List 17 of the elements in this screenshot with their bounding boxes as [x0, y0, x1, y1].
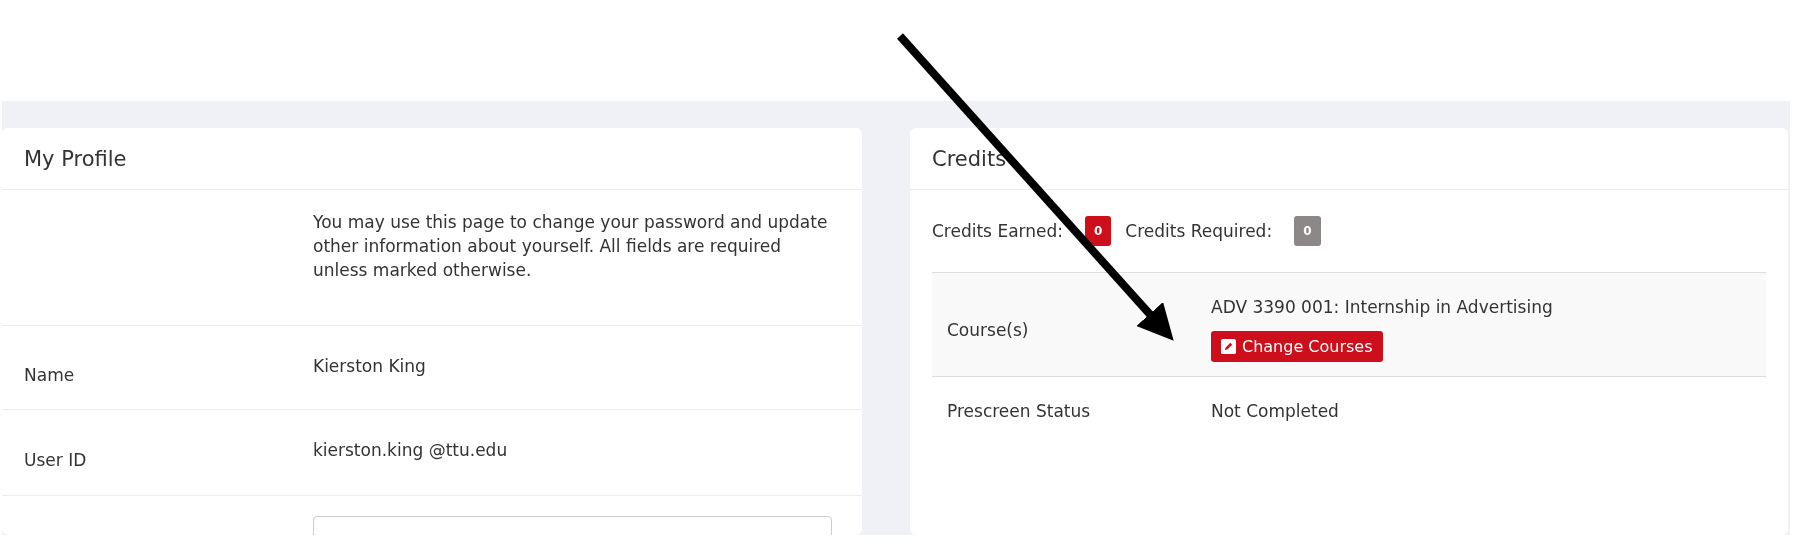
count-badge: 0 — [1294, 216, 1321, 246]
field-value: kierston.king @ttu.edu — [313, 439, 509, 462]
field-label: Name — [24, 363, 76, 385]
card-title: Credits — [932, 146, 1007, 171]
row-label: Prescreen Status — [947, 401, 1092, 421]
field-label: User ID — [24, 448, 88, 470]
row-label: Course(s) — [947, 319, 1030, 340]
card-title: My Profile — [24, 146, 127, 171]
change-courses-button[interactable]: Change Courses — [1211, 331, 1383, 362]
count-badge: 0 — [1085, 216, 1112, 246]
field-value: Kierston King — [313, 355, 427, 378]
edit-icon — [1221, 339, 1236, 354]
credits-label: Credits Required: — [1125, 221, 1273, 241]
row-value: Not Completed — [1211, 401, 1339, 421]
intro-text: You may use this page to change your password and update other information about yourself. All fields are required unless marked otherwise. — [313, 211, 829, 282]
credits-label: Credits Earned: — [932, 221, 1063, 241]
row-value: ADV 3390 001: Internship in Advertising — [1211, 297, 1553, 317]
